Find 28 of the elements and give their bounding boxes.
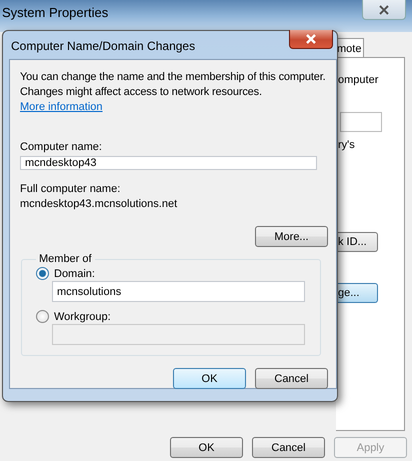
intro-text: You can change the name and the membership of this computer. Changes might affect access to network resources. [20, 70, 327, 100]
radio-button[interactable] [36, 267, 49, 280]
dialog-button[interactable]: Cancel [255, 368, 328, 389]
field-label: Full computer name: [20, 182, 120, 197]
input-field[interactable] [340, 112, 382, 132]
description-text: omputer [338, 74, 378, 86]
close-icon [378, 4, 390, 14]
dialog-button[interactable]: OK [170, 437, 243, 458]
field-label: Computer name: [20, 140, 102, 155]
more-information-link[interactable]: More information [20, 100, 103, 115]
full-name-text: mcndesktop43.mcnsolutions.net [20, 197, 178, 212]
dialog-button[interactable]: Cancel [252, 437, 325, 458]
more-button[interactable]: More... [255, 226, 328, 247]
change-button[interactable]: ge... [338, 283, 378, 303]
radio-label: Workgroup: [54, 310, 111, 322]
description-text: ry's [338, 139, 355, 151]
dialog-title: Computer Name/Domain Changes [11, 39, 196, 53]
window-title: System Properties [2, 5, 108, 20]
close-icon [305, 34, 317, 44]
radio-button[interactable] [36, 310, 49, 323]
close-button[interactable] [289, 30, 333, 49]
dialog-button[interactable]: OK [173, 368, 246, 389]
computer-name-field[interactable]: mcndesktop43 [20, 156, 317, 170]
input-field[interactable]: mcnsolutions [52, 281, 305, 302]
radio-label: Domain: [54, 268, 95, 280]
close-button[interactable] [362, 0, 406, 20]
group-label: Member of [38, 253, 93, 265]
network-id-button[interactable]: k ID... [338, 232, 378, 252]
